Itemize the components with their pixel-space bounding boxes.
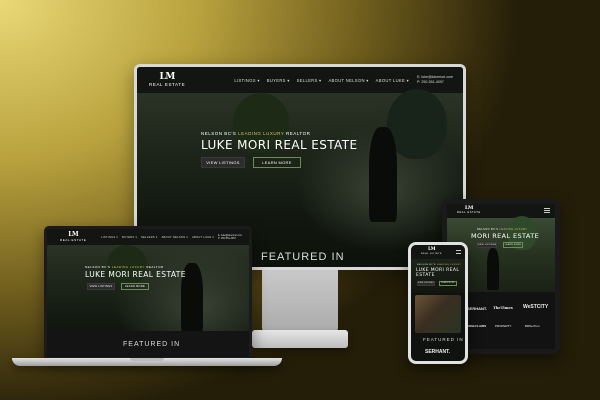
brand-logo: SERHANT. <box>467 306 488 311</box>
laptop: LM REAL ESTATE LISTINGS ▾ BUYERS ▾ SELLE… <box>44 226 252 360</box>
tagline-prefix: NELSON BC'S <box>477 228 499 231</box>
phone-navbar: LM REAL ESTATE <box>411 245 465 259</box>
view-listings-button[interactable]: VIEW LISTINGS <box>87 283 115 290</box>
tagline-prefix: NELSON BC'S <box>417 264 436 266</box>
hero-tagline: NELSON BC'S LEADING LUXURY REALTOR <box>201 131 310 136</box>
learn-more-button[interactable]: LEARN MORE <box>503 242 523 248</box>
learn-more-button[interactable]: LEARN MORE <box>253 157 301 168</box>
tagline-gold: LEADING LUXURY <box>436 264 462 266</box>
desktop-menu: LISTINGS ▾ BUYERS ▾ SELLERS ▾ ABOUT NELS… <box>234 78 409 83</box>
brand-logo: TheTimes <box>493 306 513 310</box>
phone-hero: NELSON BC'S LEADING LUXURY LUKE MORI REA… <box>411 259 465 293</box>
laptop-navbar: LM REAL ESTATE LISTINGS ▾ BUYERS ▾ SELLE… <box>47 229 249 245</box>
nav-sellers[interactable]: SELLERS ▾ <box>141 236 157 239</box>
hero-tagline: NELSON BC'S LEADING LUXURY REALTOR <box>85 265 164 269</box>
brand-logo: BRSerTom <box>525 324 540 328</box>
logo-subtitle: REAL ESTATE <box>457 211 481 214</box>
nav-listings[interactable]: LISTINGS ▾ <box>101 236 118 239</box>
contact-info: E: luke@lukemori.com P: 250-551-4097 <box>218 234 242 240</box>
tagline-gold: LEADING LUXURY <box>499 228 528 231</box>
hero-title: LUKE MORI REAL ESTATE <box>416 268 460 278</box>
tagline-gold: LEADING LUXURY <box>238 131 285 136</box>
person-silhouette <box>487 248 499 290</box>
monitor-base <box>252 330 348 348</box>
nav-buyers[interactable]: BUYERS ▾ <box>122 236 137 239</box>
brand-logo: SERHANT. <box>425 349 451 355</box>
phone-screen: LM REAL ESTATE NELSON BC'S LEADING LUXUR… <box>411 245 465 361</box>
contact-info: E: luke@lukemori.com P: 250-551-4097 <box>417 75 453 85</box>
house-photo <box>415 295 461 333</box>
nav-buyers[interactable]: BUYERS ▾ <box>267 78 290 83</box>
hero-title: MORI REAL ESTATE <box>471 232 540 240</box>
site-logo[interactable]: LM REAL ESTATE <box>457 206 481 215</box>
logo-subtitle: REAL ESTATE <box>60 238 87 242</box>
logo-subtitle: REAL ESTATE <box>149 81 186 87</box>
nav-sellers[interactable]: SELLERS ▾ <box>297 78 322 83</box>
site-logo[interactable]: LM REAL ESTATE <box>421 247 443 256</box>
nav-listings[interactable]: LISTINGS ▾ <box>234 78 259 83</box>
tagline-suffix: REALTOR <box>146 265 164 269</box>
monitor-stand <box>262 270 338 332</box>
contact-phone[interactable]: P: 250-551-4097 <box>218 237 242 240</box>
nav-about-luke[interactable]: ABOUT LUKE ▾ <box>376 78 409 83</box>
brand-logo: URBLFLAIRS <box>467 324 487 328</box>
nav-about-nelson[interactable]: ABOUT NELSON ▾ <box>162 236 189 239</box>
tagline-suffix: REALTOR <box>286 131 311 136</box>
site-logo[interactable]: LM REAL ESTATE <box>149 71 186 88</box>
tagline-prefix: NELSON BC'S <box>201 131 237 136</box>
featured-section: FEATURED IN <box>47 331 249 357</box>
learn-more-button[interactable]: LEARN MORE <box>439 281 457 286</box>
view-listings-button[interactable]: VIEW LISTINGS <box>201 157 245 168</box>
brand-logo: PROPERTY <box>495 324 512 328</box>
featured-heading: FEATURED IN <box>261 251 345 263</box>
hamburger-menu-icon[interactable] <box>544 208 550 213</box>
laptop-menu: LISTINGS ▾ BUYERS ▾ SELLERS ▾ ABOUT NELS… <box>101 236 214 239</box>
view-listings-button[interactable]: VIEW LISTINGS <box>477 242 497 248</box>
nav-about-luke[interactable]: ABOUT LUKE ▾ <box>192 236 214 239</box>
site-logo[interactable]: LM REAL ESTATE <box>60 232 87 243</box>
laptop-notch <box>130 358 164 361</box>
laptop-screen: LM REAL ESTATE LISTINGS ▾ BUYERS ▾ SELLE… <box>47 229 249 357</box>
featured-heading: FEATURED IN <box>423 337 464 342</box>
learn-more-button[interactable]: LEARN MORE <box>121 283 149 290</box>
hero-tagline: NELSON BC'S LEADING LUXURY <box>417 264 461 266</box>
phone: LM REAL ESTATE NELSON BC'S LEADING LUXUR… <box>408 242 468 364</box>
featured-heading: FEATURED IN <box>123 341 181 348</box>
tagline-gold: LEADING LUXURY <box>111 265 145 269</box>
person-silhouette <box>369 127 397 222</box>
nav-about-nelson[interactable]: ABOUT NELSON ▾ <box>328 78 368 83</box>
logo-mark: LM <box>159 71 175 82</box>
logo-subtitle: REAL ESTATE <box>421 252 443 255</box>
brand-logo: WeSTCITY <box>523 304 549 310</box>
tablet-navbar: LM REAL ESTATE <box>447 204 555 218</box>
hero-title: LUKE MORI REAL ESTATE <box>85 270 186 279</box>
hero-tagline: NELSON BC'S LEADING LUXURY <box>477 228 527 231</box>
view-listings-button[interactable]: VIEW LISTINGS <box>417 281 435 286</box>
hero-title: LUKE MORI REAL ESTATE <box>201 138 358 152</box>
contact-phone[interactable]: P: 250-551-4097 <box>417 80 453 85</box>
tagline-prefix: NELSON BC'S <box>85 265 111 269</box>
hamburger-menu-icon[interactable] <box>456 250 461 254</box>
